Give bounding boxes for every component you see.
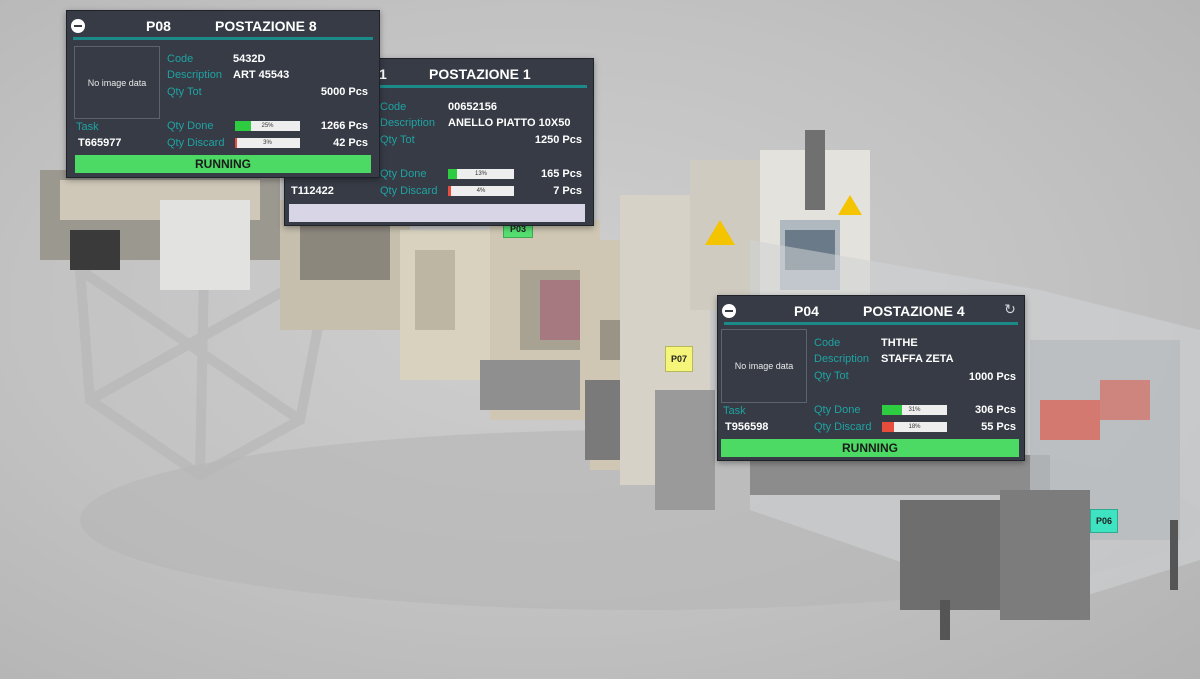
qty-discard-value: 7 Pcs bbox=[553, 185, 582, 197]
qty-discard-label: Qty Discard bbox=[380, 185, 438, 197]
qty-tot-label: Qty Tot bbox=[380, 134, 415, 146]
qty-done-progress: 13% bbox=[448, 169, 514, 179]
station-marker-p07[interactable]: P07 bbox=[665, 346, 693, 372]
qty-discard-progress: 3% bbox=[235, 138, 300, 148]
qty-done-progress: 31% bbox=[882, 405, 947, 415]
task-id: T112422 bbox=[291, 185, 334, 197]
station-name: POSTAZIONE 4 bbox=[863, 303, 965, 319]
close-icon[interactable] bbox=[71, 19, 85, 33]
qty-tot-label: Qty Tot bbox=[814, 370, 849, 382]
qty-done-progress: 25% bbox=[235, 121, 300, 131]
qty-discard-percent: 18% bbox=[908, 424, 921, 430]
qty-discard-value: 42 Pcs bbox=[333, 137, 368, 149]
qty-discard-progress: 4% bbox=[448, 186, 514, 196]
qty-discard-label: Qty Discard bbox=[167, 137, 225, 149]
qty-done-value: 306 Pcs bbox=[975, 404, 1016, 416]
station-code: 1 bbox=[379, 66, 387, 82]
station-panel-p04[interactable]: P04 POSTAZIONE 4 ↻ No image data Code TH… bbox=[717, 295, 1025, 461]
qty-done-label: Qty Done bbox=[814, 404, 861, 416]
item-code: 5432D bbox=[233, 53, 266, 65]
qty-tot-label: Qty Tot bbox=[167, 86, 202, 98]
qty-discard-percent: 4% bbox=[476, 188, 486, 194]
close-icon[interactable] bbox=[722, 304, 736, 318]
item-description: ANELLO PIATTO 10X50 bbox=[448, 117, 571, 129]
qty-tot-value: 1250 Pcs bbox=[534, 134, 582, 146]
description-label: Description bbox=[380, 117, 436, 129]
status-bar bbox=[289, 204, 585, 222]
status-bar: RUNNING bbox=[75, 155, 371, 173]
qty-done-value: 1266 Pcs bbox=[320, 120, 368, 132]
task-id: T956598 bbox=[725, 421, 769, 433]
station-code: P04 bbox=[794, 303, 819, 319]
qty-done-percent: 25% bbox=[261, 123, 274, 129]
item-code: 00652156 bbox=[448, 101, 497, 113]
station-code: P08 bbox=[146, 18, 171, 34]
qty-discard-percent: 3% bbox=[263, 140, 272, 146]
qty-discard-label: Qty Discard bbox=[814, 421, 872, 433]
station-panel-p08[interactable]: P08 POSTAZIONE 8 No image data Code 5432… bbox=[66, 10, 380, 178]
product-image-placeholder: No image data bbox=[721, 329, 807, 403]
code-label: Code bbox=[167, 53, 194, 65]
status-bar: RUNNING bbox=[721, 439, 1019, 457]
qty-done-label: Qty Done bbox=[167, 120, 214, 132]
task-label: Task bbox=[723, 405, 746, 417]
qty-tot-value: 1000 Pcs bbox=[968, 371, 1016, 383]
code-label: Code bbox=[380, 101, 407, 113]
qty-done-percent: 13% bbox=[474, 171, 487, 177]
station-name: POSTAZIONE 8 bbox=[215, 18, 317, 34]
item-code: THTHE bbox=[881, 337, 918, 349]
station-name: POSTAZIONE 1 bbox=[429, 66, 531, 82]
qty-done-value: 165 Pcs bbox=[541, 168, 582, 180]
description-label: Description bbox=[167, 69, 223, 81]
header-divider bbox=[73, 37, 373, 40]
header-divider bbox=[724, 322, 1018, 325]
qty-discard-progress: 18% bbox=[882, 422, 947, 432]
qty-done-percent: 31% bbox=[908, 407, 921, 413]
code-label: Code bbox=[814, 337, 841, 349]
product-image-placeholder: No image data bbox=[74, 46, 160, 119]
station-marker-p06[interactable]: P06 bbox=[1090, 509, 1118, 533]
qty-done-label: Qty Done bbox=[380, 168, 427, 180]
item-description: STAFFA ZETA bbox=[881, 353, 954, 365]
task-id: T665977 bbox=[78, 137, 122, 149]
qty-discard-value: 55 Pcs bbox=[981, 421, 1016, 433]
task-label: Task bbox=[76, 121, 99, 133]
item-description: ART 45543 bbox=[233, 69, 290, 81]
description-label: Description bbox=[814, 353, 870, 365]
qty-tot-value: 5000 Pcs bbox=[320, 86, 368, 98]
refresh-icon[interactable]: ↻ bbox=[1002, 301, 1018, 317]
